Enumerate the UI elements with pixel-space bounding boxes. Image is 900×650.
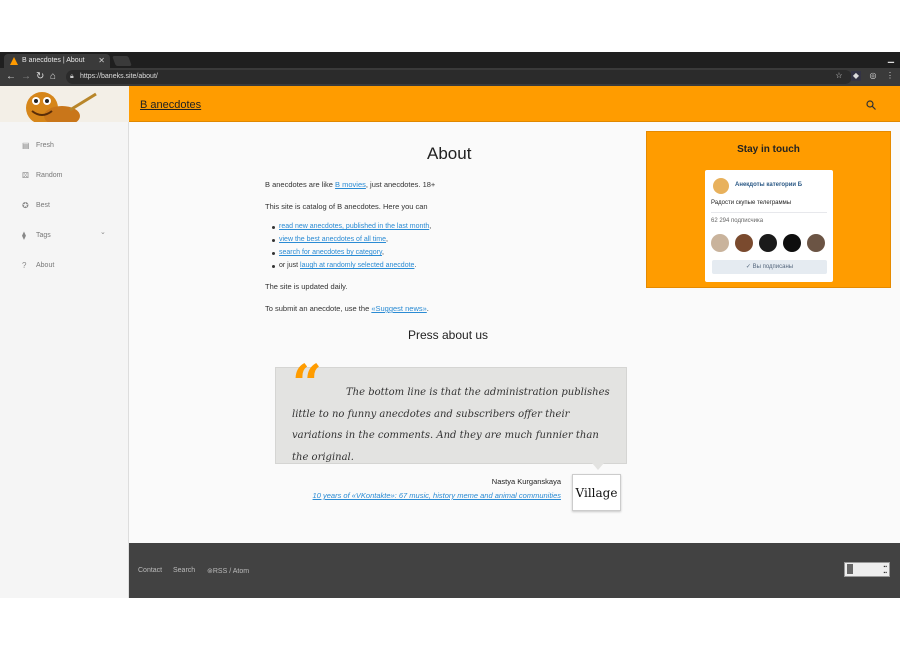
quote-author: Nastya Kurganskaya [491, 477, 561, 486]
minimize-icon[interactable]: ▁ [888, 54, 894, 63]
newspaper-icon: ▤ [22, 141, 30, 150]
random-link[interactable]: laugh at randomly selected anecdote [300, 262, 414, 269]
site-header: B anecdotes [129, 86, 900, 122]
fresh-link[interactable]: read new anecdotes, published in the las… [279, 223, 429, 230]
avatar[interactable] [711, 234, 729, 252]
b-movies-link[interactable]: B movies [335, 180, 366, 189]
quote-source-link[interactable]: 10 years of «VKontakte»: 67 music, histo… [313, 491, 561, 500]
star-icon: ✪ [22, 201, 29, 210]
submit-text: To submit an anecdote, use the [265, 304, 372, 313]
list-item-suffix: , [381, 249, 384, 256]
sidebar-item-random[interactable]: ⚄ Random [22, 170, 62, 182]
page-title: About [427, 144, 472, 163]
footer-search-link[interactable]: Search [173, 567, 195, 574]
site-logo[interactable] [0, 86, 129, 122]
intro-text-end: , just anecdotes. 18+ [365, 180, 436, 189]
address-bar[interactable]: 🔒︎ https://baneks.site/about/ [66, 70, 852, 84]
counter-bar [847, 564, 853, 574]
suggest-news-link[interactable]: «Suggest news» [371, 304, 426, 313]
chevron-down-icon[interactable]: ⌄ [100, 228, 106, 236]
site-favicon-icon [10, 57, 18, 65]
subscribed-button[interactable]: ✓ Вы подписаны [712, 260, 827, 274]
sidebar-item-best[interactable]: ✪ Best [22, 200, 50, 212]
group-name[interactable]: Анекдоты категории Б [735, 182, 802, 188]
list-item: search for anecdotes by category, [272, 249, 384, 256]
sidebar-item-fresh[interactable]: ▤ Fresh [22, 140, 54, 152]
updated-paragraph: The site is updated daily. [265, 282, 348, 291]
divider [711, 212, 827, 213]
main-content: About B anecdotes are like B movies, jus… [129, 122, 900, 543]
sidebar-item-label: About [36, 262, 55, 269]
new-tab-button[interactable] [112, 56, 132, 66]
best-link[interactable]: view the best anecdotes of all time [279, 236, 386, 243]
url-text: https://baneks.site/about/ [80, 73, 158, 80]
sidebar-item-about[interactable]: ? About [22, 260, 54, 272]
sidebar-item-label: Best [36, 202, 51, 209]
group-avatar[interactable] [713, 178, 729, 194]
close-tab-icon[interactable]: ✕ [98, 54, 105, 68]
list-item-suffix: . [414, 262, 417, 269]
avatar[interactable] [807, 234, 825, 252]
press-heading: Press about us [408, 328, 489, 342]
reload-icon[interactable]: ↻ [36, 69, 44, 85]
press-quote: “ The bottom line is that the administra… [275, 354, 627, 470]
submit-paragraph: To submit an anecdote, use the «Suggest … [265, 304, 429, 313]
catalog-paragraph: This site is catalog of B anecdotes. Her… [265, 202, 428, 211]
list-item: or just laugh at randomly selected anecd… [271, 262, 417, 269]
list-item: read new anecdotes, published in the las… [271, 223, 432, 230]
site-footer: Contact Search ⊚RSS / Atom ▪▪ ▪▪ [129, 543, 900, 598]
group-description: Радости скупые телеграммы [711, 200, 792, 206]
menu-icon[interactable]: ⋮ [885, 71, 895, 81]
bookmark-star-icon[interactable]: ☆ [834, 71, 844, 81]
avatar[interactable] [783, 234, 801, 252]
lock-icon: 🔒︎ [70, 73, 74, 80]
screen-top-margin [0, 0, 900, 52]
help-icon: ? [22, 261, 27, 270]
list-item-suffix: , [429, 223, 432, 230]
dice-icon: ⚄ [22, 171, 29, 180]
quote-text: The bottom line is that the administrati… [292, 387, 610, 463]
tag-icon: ⧫ [22, 231, 26, 240]
counter-icon: ▪▪ ▪▪ [883, 564, 887, 576]
list-item-prefix: or just [279, 262, 301, 269]
rss-label: RSS / Atom [212, 568, 250, 575]
globe-icon[interactable]: ◎ [868, 71, 878, 81]
site: B anecdotes ▤ Fresh ⚄ Random ✪ Best ⧫ Ta… [0, 86, 900, 598]
browser-tab[interactable]: B anecdotes | About ✕ [4, 54, 110, 68]
sidebar-item-label: Random [36, 172, 63, 179]
back-icon[interactable]: ← [6, 69, 16, 85]
submit-text-end: . [426, 304, 429, 313]
tab-title: B anecdotes | About [22, 57, 85, 64]
vk-group-widget: Анекдоты категории Б Радости скупые теле… [705, 170, 833, 282]
visit-counter[interactable]: ▪▪ ▪▪ [844, 562, 890, 577]
sidebar-item-tags[interactable]: ⧫ Tags [22, 230, 51, 242]
footer-rss-link[interactable]: ⊚RSS / Atom [207, 567, 249, 575]
footer-contact-link[interactable]: Contact [138, 567, 162, 574]
browser-tabstrip: B anecdotes | About ✕ ▁ [0, 52, 900, 68]
brand-link[interactable]: B anecdotes [140, 99, 201, 111]
browser-toolbar: ← → ↻ ⌂ 🔒︎ https://baneks.site/about/ ☆ … [0, 68, 900, 86]
intro-paragraph: B anecdotes are like B movies, just anec… [265, 180, 435, 189]
search-icon[interactable] [866, 100, 876, 110]
avatar[interactable] [759, 234, 777, 252]
sidebar-item-label: Fresh [36, 142, 54, 149]
list-item-suffix: , [386, 236, 388, 243]
extension-icon[interactable]: ◆ [851, 71, 861, 81]
the-village-logo[interactable]: Village [572, 474, 621, 511]
home-icon[interactable]: ⌂ [50, 69, 56, 85]
subscribed-label: Вы подписаны [752, 264, 794, 270]
forward-icon[interactable]: → [21, 69, 31, 85]
sidebar: ▤ Fresh ⚄ Random ✪ Best ⧫ Tags ⌄ ? About [0, 122, 129, 598]
list-item: view the best anecdotes of all time, [272, 236, 388, 243]
screen-bottom-margin [0, 598, 900, 650]
avatar[interactable] [735, 234, 753, 252]
subscriber-count: 62 294 подписчика [711, 218, 764, 224]
stay-title: Stay in touch [737, 144, 800, 155]
sidebar-item-label: Tags [36, 232, 51, 239]
stay-in-touch-panel: Stay in touch Анекдоты категории Б Радос… [646, 131, 891, 288]
intro-text: B anecdotes are like [265, 180, 336, 189]
search-link[interactable]: search for anecdotes by category [279, 249, 382, 256]
